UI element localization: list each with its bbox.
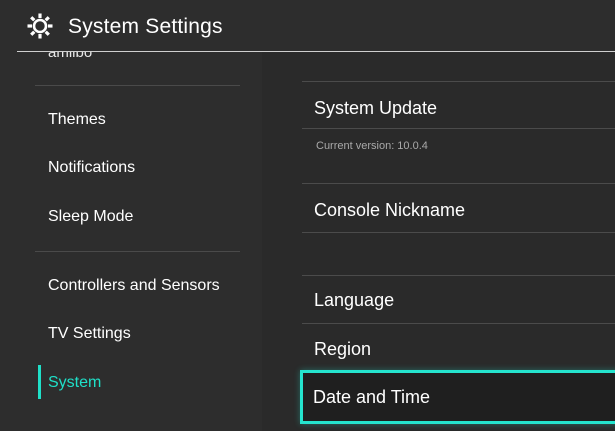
- sidebar: amiibo Themes Notifications Sleep Mode C…: [0, 0, 262, 431]
- console-nickname-row[interactable]: Console Nickname: [314, 199, 465, 221]
- sidebar-item-themes[interactable]: Themes: [48, 110, 106, 130]
- system-update-row[interactable]: System Update: [314, 97, 437, 119]
- row-divider: [302, 323, 615, 324]
- gear-icon: [27, 13, 53, 39]
- sidebar-divider: [35, 251, 240, 252]
- system-settings-app: amiibo Themes Notifications Sleep Mode C…: [0, 0, 615, 431]
- header-divider: [17, 51, 615, 52]
- region-row[interactable]: Region: [314, 338, 371, 360]
- sidebar-divider: [35, 85, 240, 86]
- sidebar-item-notifications[interactable]: Notifications: [48, 158, 135, 178]
- language-row[interactable]: Language: [314, 289, 394, 311]
- sidebar-item-sleep-mode[interactable]: Sleep Mode: [48, 207, 133, 227]
- date-and-time-label: Date and Time: [313, 387, 431, 407]
- row-divider: [302, 128, 615, 129]
- header-bar: System Settings: [0, 0, 615, 52]
- row-divider: [302, 275, 615, 276]
- row-divider: [302, 81, 615, 82]
- row-divider: [302, 232, 615, 233]
- current-version-text: Current version: 10.0.4: [316, 140, 428, 152]
- sidebar-active-indicator: [38, 365, 41, 399]
- sidebar-item-controllers-and-sensors[interactable]: Controllers and Sensors: [48, 276, 220, 296]
- row-divider: [302, 183, 615, 184]
- page-title: System Settings: [68, 15, 223, 38]
- sidebar-item-tv-settings[interactable]: TV Settings: [48, 324, 131, 344]
- sidebar-item-system[interactable]: System: [48, 373, 101, 393]
